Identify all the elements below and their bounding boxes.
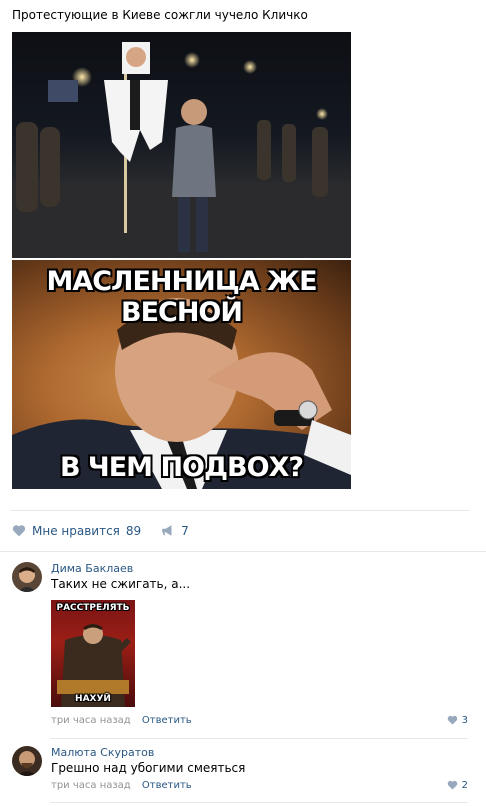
post-actions: Мне нравится 89 7 xyxy=(12,522,209,540)
meme-top-caption: МАСЛЕННИЦА ЖЕ ВЕСНОЙ xyxy=(46,266,317,328)
comment-item: Малюта Скуратов Грешно над убогими смеят… xyxy=(12,746,468,796)
post-text: Протестующие в Киеве сожгли чучело Кличк… xyxy=(12,8,308,22)
heart-icon xyxy=(12,524,26,538)
effigy-scene-illustration xyxy=(12,42,351,258)
meme-bottom-caption: В ЧЕМ ПОДВОХ? xyxy=(59,452,304,483)
attachment-bottom-caption: НАХУЙ xyxy=(75,694,111,704)
heart-icon xyxy=(447,715,458,726)
post-divider xyxy=(10,510,470,511)
reply-button[interactable]: Ответить xyxy=(142,715,192,726)
like-label: Мне нравится xyxy=(32,524,120,538)
attachment-top-caption: РАССТРЕЛЯТЬ xyxy=(56,603,130,613)
comment-like-count: 3 xyxy=(461,715,468,726)
comment-divider xyxy=(50,738,468,739)
comment-meta: три часа назад Ответить xyxy=(51,715,192,726)
comment-meta: три часа назад Ответить xyxy=(51,780,192,791)
comment-like-count: 2 xyxy=(461,780,468,791)
comment-time: три часа назад xyxy=(51,715,131,726)
comment-author[interactable]: Дима Баклаев xyxy=(51,562,133,575)
post-photo-effigy[interactable] xyxy=(12,32,351,258)
share-button[interactable]: 7 xyxy=(161,524,189,538)
comment-text: Грешно над убогими смеяться xyxy=(51,761,246,775)
reply-button[interactable]: Ответить xyxy=(142,780,192,791)
comment-item: Дима Баклаев Таких не сжигать, а... РАСС… xyxy=(12,562,468,732)
post-photo-meme[interactable]: МАСЛЕННИЦА ЖЕ ВЕСНОЙ В ЧЕМ ПОДВОХ? xyxy=(12,260,351,489)
comment-text: Таких не сжигать, а... xyxy=(51,577,191,591)
comment-author[interactable]: Малюта Скуратов xyxy=(51,746,154,759)
comment-like-button[interactable]: 3 xyxy=(447,715,468,726)
heart-icon xyxy=(447,780,458,791)
comment-attachment-image[interactable]: РАССТРЕЛЯТЬ НАХУЙ xyxy=(51,600,135,707)
avatar[interactable] xyxy=(12,746,42,776)
share-count: 7 xyxy=(181,524,189,538)
comment-like-button[interactable]: 2 xyxy=(447,780,468,791)
comment-divider xyxy=(50,802,468,803)
stalin-poster-illustration xyxy=(57,624,131,707)
megaphone-icon xyxy=(161,524,175,538)
avatar[interactable] xyxy=(12,562,42,592)
comment-time: три часа назад xyxy=(51,780,131,791)
like-button[interactable]: Мне нравится 89 xyxy=(12,524,141,538)
like-count: 89 xyxy=(125,524,142,538)
comments-divider xyxy=(0,551,486,552)
